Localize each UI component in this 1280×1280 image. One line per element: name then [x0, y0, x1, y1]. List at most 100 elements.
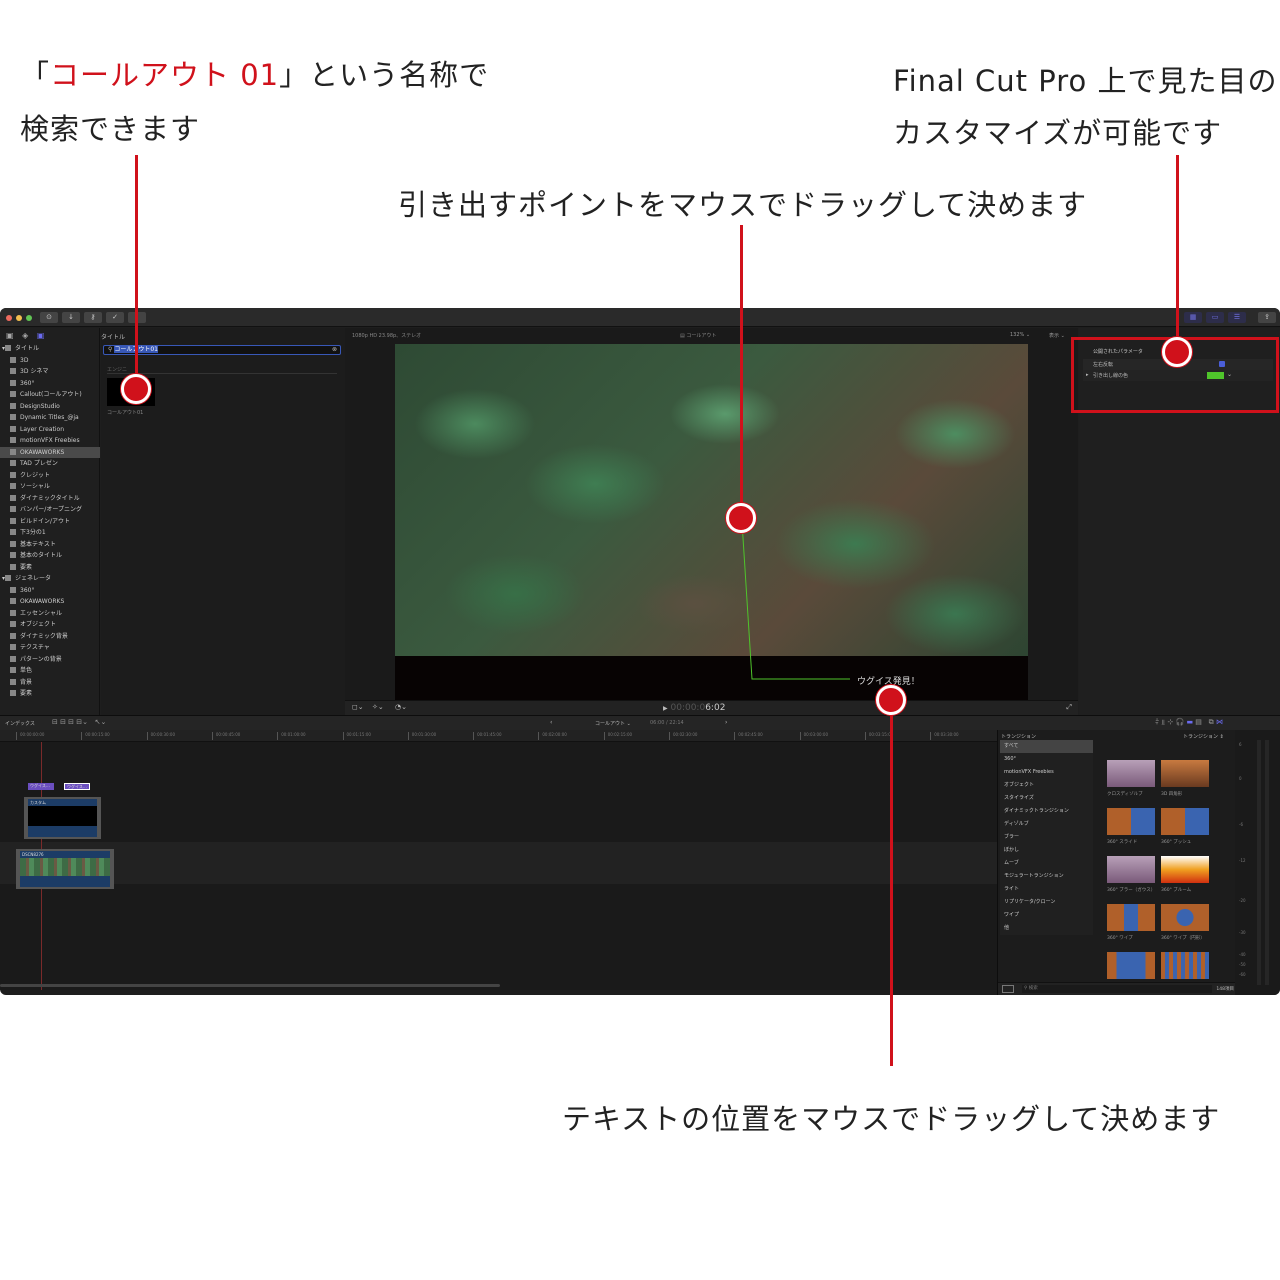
transition-thumbnail[interactable] [1107, 856, 1155, 883]
sidebar-item[interactable]: ダイナミック背景 [10, 631, 99, 642]
transition-category[interactable]: ディゾルブ [1000, 818, 1093, 831]
sidebar-item[interactable]: ▾ タイトル [2, 343, 91, 354]
transition-category[interactable]: ワイプ [1000, 909, 1093, 922]
timeline-ruler[interactable]: 00:00:00:00 00:00:15:00 00:00:30:00 00:00:4… [0, 730, 997, 742]
transition-thumbnail[interactable] [1161, 760, 1209, 787]
sidebar-item-label: クレジット [20, 471, 51, 479]
sidebar-item[interactable]: パターンの背景 [10, 654, 99, 665]
timeline[interactable]: ウグイス… ウグイス… カスタム DSCN8276 [0, 742, 997, 990]
search-input[interactable]: ⚲ コールアウト01⊗ [103, 345, 341, 355]
zoom-button[interactable] [26, 315, 32, 321]
transition-category[interactable]: 360° [1000, 753, 1093, 766]
video-clip[interactable]: DSCN8276 [16, 849, 114, 889]
custom-clip[interactable]: カスタム [24, 797, 101, 839]
transition-thumbnail[interactable] [1107, 808, 1155, 835]
sidebar-item[interactable]: OKAWAWORKS [0, 446, 100, 458]
sidebar-item[interactable]: Dynamic Titles_@ja [10, 412, 99, 423]
sidebar-item[interactable]: 要素 [10, 688, 99, 699]
timeline-toggle-icon[interactable]: ▭ [1206, 312, 1224, 323]
browser-toggle-icon[interactable]: ▦ [1184, 312, 1202, 323]
transform-icon[interactable]: ◻⌄ [352, 703, 364, 711]
sidebar-item[interactable]: motionVFX Freebies [10, 435, 99, 446]
transitions-search-input[interactable]: ⚲ 検索 [1022, 985, 1212, 993]
transition-category[interactable]: すべて [1000, 740, 1093, 753]
transition-category[interactable]: ブラー [1000, 831, 1093, 844]
sidebar-item[interactable]: エッセンシャル [10, 608, 99, 619]
transition-category[interactable]: モジュラートランジション [1000, 870, 1093, 883]
transition-category[interactable]: オブジェクト [1000, 779, 1093, 792]
title-clip[interactable]: ウグイス… [28, 783, 54, 790]
transition-category[interactable]: 他 [1000, 922, 1093, 935]
transition-thumbnail[interactable] [1161, 904, 1209, 931]
transition-thumbnail[interactable] [1107, 760, 1155, 787]
speed-icon[interactable]: ◔⌄ [395, 703, 407, 711]
index-button[interactable]: インデックス [5, 720, 35, 727]
sidebar-item[interactable]: 360° [10, 378, 99, 389]
sidebar-item[interactable]: 360° [10, 585, 99, 596]
transition-category[interactable]: リプリケータ/クローン [1000, 896, 1093, 909]
sidebar-item[interactable]: ▾ ジェネレータ [2, 573, 91, 584]
sidebar-item[interactable]: TAD プレゼン [10, 458, 99, 469]
photos-icon[interactable]: ◈ [22, 331, 28, 340]
sidebar-item[interactable]: ダイナミックタイトル [10, 493, 99, 504]
sidebar-item[interactable]: 3D [10, 355, 99, 366]
title-clip-selected[interactable]: ウグイス… [64, 783, 90, 790]
transition-category[interactable]: ダイナミックトランジション [1000, 805, 1093, 818]
sidebar-item[interactable]: Layer Creation [10, 424, 99, 435]
minimize-button[interactable] [16, 315, 22, 321]
close-button[interactable] [6, 315, 12, 321]
titles-generators-icon[interactable]: ▣ [37, 331, 45, 340]
title-icon [10, 540, 16, 547]
clip-appearance-icons[interactable]: ⊟ ⊟ ⊟ ⊟⌄ ↖⌄ [52, 718, 106, 726]
sidebar-item[interactable]: 背景 [10, 677, 99, 688]
sidebar-item[interactable]: 単色 [10, 665, 99, 676]
download-icon[interactable]: ↓ [62, 312, 80, 323]
title-icon [10, 529, 16, 535]
sidebar-item[interactable]: ビルドイン/アウト [10, 516, 99, 527]
sidebar-item[interactable]: 要素 [10, 562, 99, 573]
project-menu[interactable]: コールアウト ⌄ [595, 720, 631, 727]
transition-category[interactable]: ライト [1000, 883, 1093, 896]
sidebar-item[interactable]: DesignStudio [10, 401, 99, 412]
timecode-display[interactable]: ▶ 00:00:06:02 [663, 703, 725, 713]
transition-category[interactable]: スタイライズ [1000, 792, 1093, 805]
sidebar-item[interactable]: オブジェクト [10, 619, 99, 630]
transition-thumbnail[interactable] [1161, 952, 1209, 979]
sidebar-item[interactable]: 基本テキスト [10, 539, 99, 550]
inspector-toggle-icon[interactable]: ☰ [1228, 312, 1246, 323]
sidebar-item[interactable]: 3D シネマ [10, 366, 99, 377]
edit-tools-icons[interactable]: ⫩ ⫫ ⊹ 🎧 ▬ ▤ ⧉ ⋈ [1155, 718, 1223, 727]
enhance-icon[interactable]: ✧⌄ [372, 703, 384, 711]
transition-category[interactable]: motionVFX Freebies [1000, 766, 1093, 779]
sidebar-toggle-icon[interactable] [1002, 985, 1014, 993]
sidebar-item[interactable]: 基本のタイトル [10, 550, 99, 561]
callout-leader-line[interactable] [345, 328, 1078, 715]
media-icon[interactable]: ▣ [6, 331, 14, 340]
transition-thumbnail[interactable] [1107, 952, 1155, 979]
transition-category[interactable]: ぼかし [1000, 844, 1093, 857]
import-button[interactable]: ⊙ [40, 312, 58, 323]
play-icon[interactable]: ▶ [663, 705, 668, 712]
sidebar-item[interactable]: OKAWAWORKS [10, 596, 99, 607]
transition-category[interactable]: ムーブ [1000, 857, 1093, 870]
clear-search-icon[interactable]: ⊗ [332, 346, 337, 354]
check-icon[interactable]: ✓ [106, 312, 124, 323]
transition-thumbnail[interactable] [1161, 856, 1209, 883]
sidebar-item[interactable]: ソーシャル [10, 481, 99, 492]
back-icon[interactable]: ‹ [550, 719, 552, 726]
sidebar-item[interactable]: 下3分の1 [10, 527, 99, 538]
forward-icon[interactable]: › [725, 719, 727, 726]
sidebar-item[interactable]: バンパー/オープニング [10, 504, 99, 515]
title-bar: ⊙ ↓ ⚷ ✓ ▦ ▭ ☰ ⇪ [0, 308, 1280, 327]
fullscreen-icon[interactable]: ⤢ [1066, 703, 1072, 712]
transitions-title-menu[interactable]: トランジション ⇕ [1183, 733, 1224, 740]
key-icon[interactable]: ⚷ [84, 312, 102, 323]
transition-thumbnail[interactable] [1161, 808, 1209, 835]
sidebar-item[interactable]: クレジット [10, 470, 99, 481]
horizontal-scrollbar[interactable] [0, 984, 500, 987]
share-icon[interactable]: ⇪ [1258, 312, 1276, 323]
sidebar-item[interactable]: テクスチャ [10, 642, 99, 653]
sidebar-item[interactable]: Callout(コールアウト) [10, 389, 99, 400]
transition-thumbnail[interactable] [1107, 904, 1155, 931]
transition-label: 360° ワイプ（円形） [1161, 936, 1205, 941]
